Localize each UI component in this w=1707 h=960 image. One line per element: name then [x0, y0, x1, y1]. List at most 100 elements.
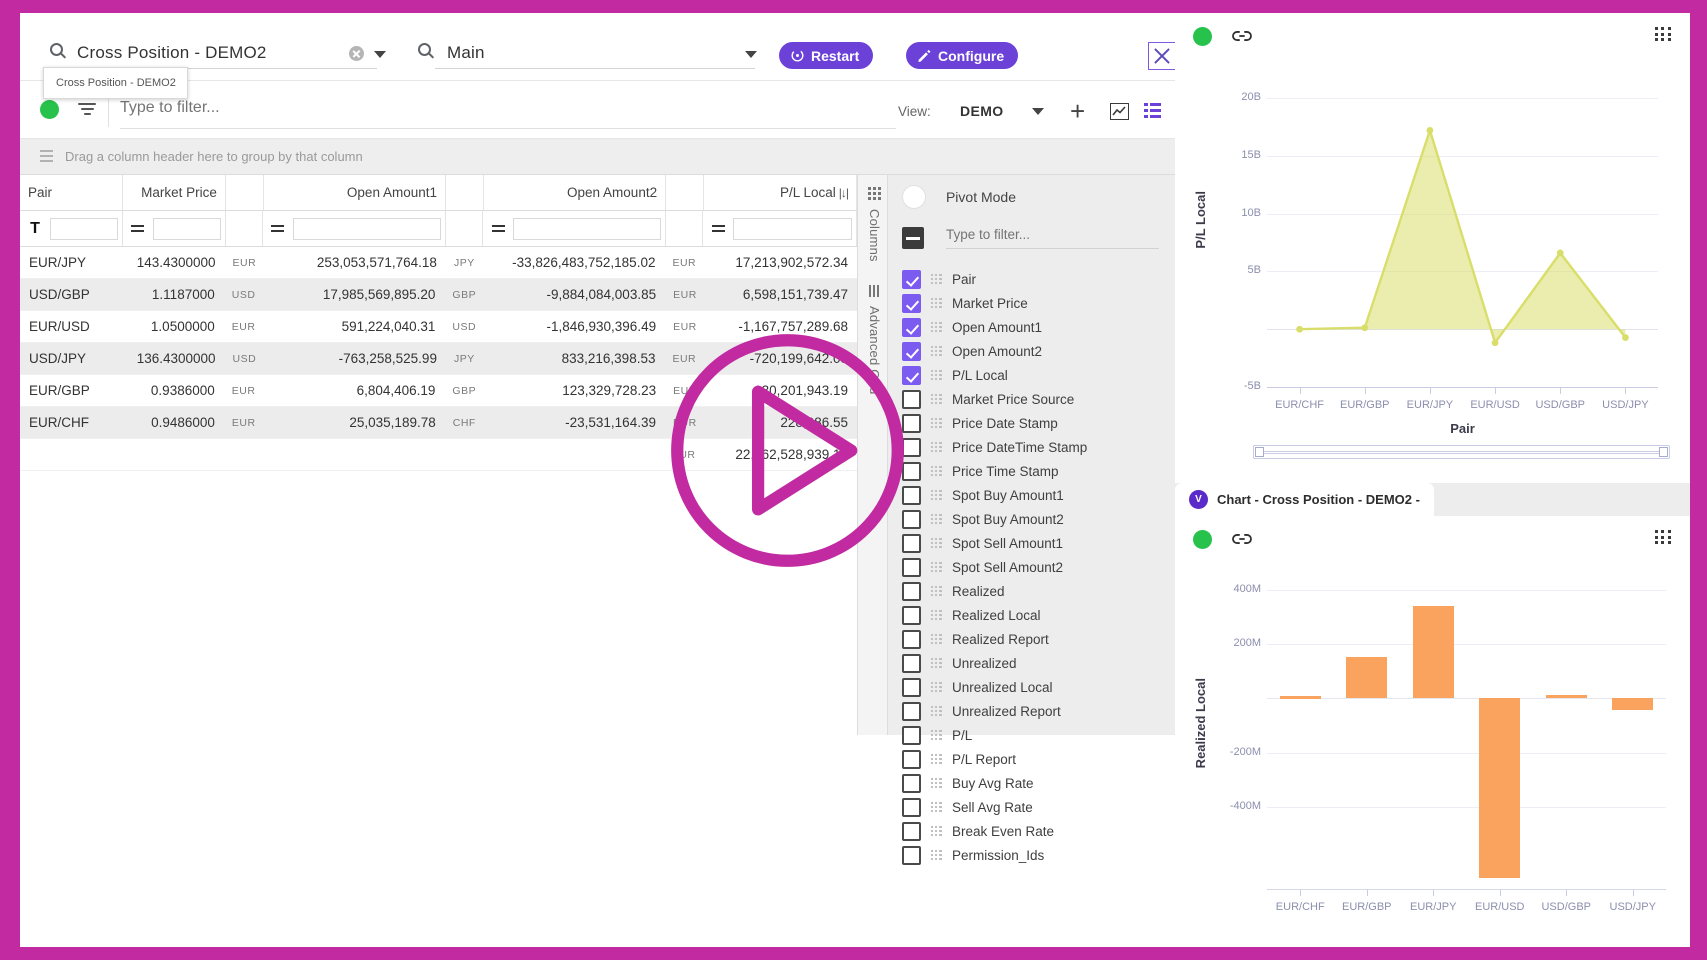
column-toggle-p-l-local[interactable]: P/L Local — [888, 363, 1205, 387]
checkbox-icon[interactable] — [901, 413, 921, 433]
drag-handle-icon[interactable] — [930, 561, 942, 573]
column-toggle-p-l-report[interactable]: P/L Report — [888, 747, 1205, 771]
checkbox-icon[interactable] — [901, 485, 921, 505]
grid-filter-input[interactable] — [120, 99, 896, 117]
column-toggle-unrealized-report[interactable]: Unrealized Report — [888, 699, 1205, 723]
checkbox-icon[interactable] — [901, 797, 921, 817]
drag-handle-icon[interactable] — [930, 585, 942, 597]
checkbox-icon[interactable] — [901, 653, 921, 673]
add-view-button[interactable]: + — [1070, 98, 1085, 124]
pivot-mode-toggle[interactable] — [901, 185, 926, 209]
view-chevron-down-icon[interactable] — [1032, 108, 1044, 115]
drag-handle-icon[interactable] — [930, 849, 942, 861]
table-row[interactable]: USD/GBP 1.1187000 USD 17,985,569,895.20 GBP -… — [20, 279, 857, 311]
drag-handle-icon[interactable] — [930, 321, 942, 333]
checkbox-icon[interactable] — [901, 365, 921, 385]
drag-handle-icon[interactable] — [930, 777, 942, 789]
area-chart-menu-icon[interactable] — [1655, 27, 1672, 42]
drag-handle-icon[interactable] — [930, 681, 942, 693]
column-toggle-buy-avg-rate[interactable]: Buy Avg Rate — [888, 771, 1205, 795]
clear-search-icon[interactable] — [349, 46, 364, 61]
drag-handle-icon[interactable] — [930, 513, 942, 525]
drag-handle-icon[interactable] — [930, 369, 942, 381]
drag-handle-icon[interactable] — [930, 825, 942, 837]
drag-handle-icon[interactable] — [930, 417, 942, 429]
filter-input-open-amount1[interactable] — [292, 217, 442, 240]
checkbox-icon[interactable] — [901, 677, 921, 697]
column-toggle-unrealized[interactable]: Unrealized — [888, 651, 1205, 675]
checkbox-icon[interactable] — [901, 461, 921, 481]
drag-handle-icon[interactable] — [930, 273, 942, 285]
column-toggle-realized-local[interactable]: Realized Local — [888, 603, 1205, 627]
checkbox-icon[interactable] — [901, 437, 921, 457]
configure-button[interactable]: Configure — [906, 42, 1019, 69]
filter-icon[interactable] — [78, 103, 96, 117]
col-header-currency1[interactable] — [226, 175, 264, 210]
checkbox-icon[interactable] — [901, 581, 921, 601]
table-total-row[interactable]: EUR 22,062,528,939.10 — [20, 439, 857, 471]
column-toggle-spot-sell-amount2[interactable]: Spot Sell Amount2 — [888, 555, 1205, 579]
table-row[interactable]: USD/JPY 136.4300000 USD -763,258,525.99 JPY 8… — [20, 343, 857, 375]
chart-horizontal-scrollbar[interactable] — [1253, 445, 1670, 459]
num-filter-op-button[interactable] — [707, 218, 729, 240]
view-value[interactable]: DEMO — [960, 103, 1004, 119]
main-input[interactable]: Main — [447, 43, 732, 68]
checkbox-icon[interactable] — [901, 773, 921, 793]
rail-tab-columns[interactable]: Columns — [858, 187, 891, 262]
checkbox-icon[interactable] — [901, 317, 921, 337]
columns-filter-input[interactable] — [945, 227, 1159, 249]
table-row[interactable]: EUR/GBP 0.9386000 EUR 6,804,406.19 GBP 123,32… — [20, 375, 857, 407]
column-toggle-realized-report[interactable]: Realized Report — [888, 627, 1205, 651]
drag-handle-icon[interactable] — [930, 537, 942, 549]
drag-handle-icon[interactable] — [930, 633, 942, 645]
drag-handle-icon[interactable] — [930, 393, 942, 405]
close-button[interactable] — [1148, 42, 1176, 70]
column-toggle-price-date-stamp[interactable]: Price Date Stamp — [888, 411, 1205, 435]
column-toggle-pair[interactable]: Pair — [888, 267, 1205, 291]
drag-handle-icon[interactable] — [930, 441, 942, 453]
col-header-currency2[interactable] — [446, 175, 484, 210]
text-filter-op-button[interactable]: T — [24, 220, 46, 238]
num-filter-op-button[interactable] — [267, 218, 289, 240]
column-toggle-sell-avg-rate[interactable]: Sell Avg Rate — [888, 795, 1205, 819]
num-filter-op-button[interactable] — [127, 218, 149, 240]
drag-handle-icon[interactable] — [930, 801, 942, 813]
drag-handle-icon[interactable] — [930, 729, 942, 741]
table-row[interactable]: EUR/USD 1.0500000 EUR 591,224,040.31 USD -1,8… — [20, 311, 857, 343]
checkbox-icon[interactable] — [901, 509, 921, 529]
drag-handle-icon[interactable] — [930, 657, 942, 669]
column-toggle-market-price-source[interactable]: Market Price Source — [888, 387, 1205, 411]
column-toggle-break-even-rate[interactable]: Break Even Rate — [888, 819, 1205, 843]
column-toggle-permission-ids[interactable]: Permission_Ids — [888, 843, 1205, 867]
rail-tab-advanced-grid[interactable]: Advanced Grid — [858, 285, 891, 395]
column-toggle-spot-buy-amount2[interactable]: Spot Buy Amount2 — [888, 507, 1205, 531]
column-toggle-open-amount2[interactable]: Open Amount2 — [888, 339, 1205, 363]
search-input[interactable]: Cross Position - DEMO2 — [77, 43, 377, 69]
checkbox-icon[interactable] — [901, 557, 921, 577]
checkbox-icon[interactable] — [901, 533, 921, 553]
filter-input-open-amount2[interactable] — [513, 217, 662, 240]
checkbox-icon[interactable] — [901, 605, 921, 625]
filter-input-pair[interactable] — [50, 217, 118, 240]
column-toggle-realized[interactable]: Realized — [888, 579, 1205, 603]
table-row[interactable]: EUR/JPY 143.4300000 EUR 253,053,571,764.18 J… — [20, 247, 857, 279]
drag-handle-icon[interactable] — [930, 705, 942, 717]
drag-handle-icon[interactable] — [930, 609, 942, 621]
col-header-pair[interactable]: Pair — [20, 175, 123, 210]
checkbox-icon[interactable] — [901, 725, 921, 745]
drag-handle-icon[interactable] — [930, 753, 942, 765]
checkbox-icon[interactable] — [901, 629, 921, 649]
drag-handle-icon[interactable] — [930, 345, 942, 357]
chevron-down-icon[interactable] — [374, 51, 386, 58]
column-toggle-price-datetime-stamp[interactable]: Price DateTime Stamp — [888, 435, 1205, 459]
col-header-open-amount2[interactable]: Open Amount2 — [484, 175, 667, 210]
column-toggle-spot-buy-amount1[interactable]: Spot Buy Amount1 — [888, 483, 1205, 507]
checkbox-icon[interactable] — [901, 701, 921, 721]
chart-tab[interactable]: V Chart - Cross Position - DEMO2 - — [1175, 483, 1434, 516]
drag-handle-icon[interactable] — [930, 489, 942, 501]
column-toggle-price-time-stamp[interactable]: Price Time Stamp — [888, 459, 1205, 483]
grid-layout-button[interactable] — [1144, 103, 1161, 118]
filter-input-market-price[interactable] — [152, 217, 221, 240]
drag-handle-icon[interactable] — [930, 297, 942, 309]
checkbox-icon[interactable] — [901, 341, 921, 361]
